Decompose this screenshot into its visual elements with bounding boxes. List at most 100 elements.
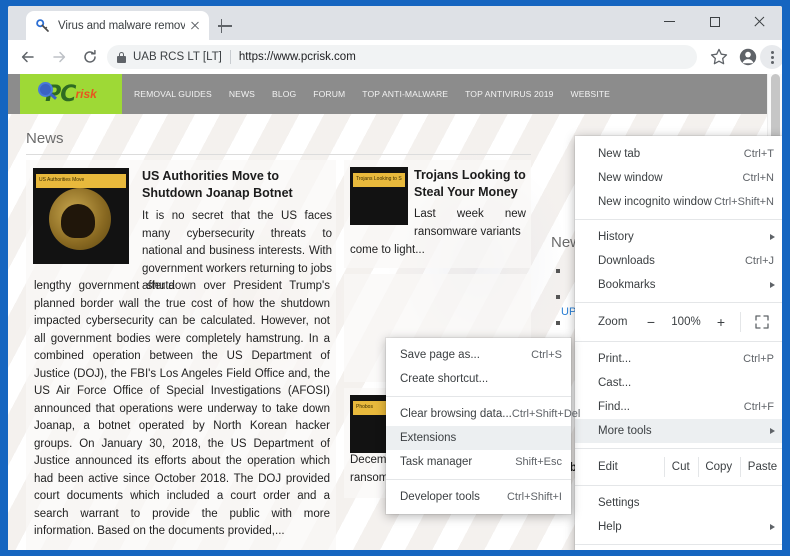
menu-item-new-incognito-window[interactable]: New incognito window Ctrl+Shift+N bbox=[575, 190, 782, 214]
divider bbox=[26, 154, 531, 155]
submenu-item-clear-browsing-data[interactable]: Clear browsing data... Ctrl+Shift+Del bbox=[386, 402, 580, 426]
nav-item-forum[interactable]: FORUM bbox=[313, 89, 345, 99]
menu-item-label: Help bbox=[598, 521, 622, 533]
menu-item-find[interactable]: Find... Ctrl+F bbox=[575, 395, 782, 419]
edit-label: Edit bbox=[598, 461, 618, 473]
nav-item-removal-guides[interactable]: REMOVAL GUIDES bbox=[134, 89, 212, 99]
browser-toolbar: UAB RCS LT [LT] https://www.pcrisk.com bbox=[8, 40, 782, 74]
rail-link-up[interactable]: UP bbox=[561, 306, 576, 318]
back-button[interactable] bbox=[17, 46, 39, 68]
back-arrow-icon bbox=[20, 49, 36, 65]
chevron-right-icon bbox=[770, 234, 775, 240]
menu-item-shortcut: Ctrl+F bbox=[743, 401, 774, 413]
article-thumbnail[interactable]: Trojans Looking to S bbox=[350, 167, 408, 225]
copy-button[interactable]: Copy bbox=[697, 457, 740, 477]
chevron-right-icon bbox=[770, 428, 775, 434]
submenu-item-shortcut: Shift+Esc bbox=[515, 456, 562, 468]
chevron-right-icon bbox=[770, 524, 775, 530]
rail-bullet-list bbox=[556, 269, 560, 347]
menu-item-label: More tools bbox=[598, 425, 652, 437]
menu-item-shortcut: Ctrl+J bbox=[744, 255, 774, 267]
zoom-in-button[interactable]: + bbox=[708, 314, 734, 330]
submenu-item-shortcut: Ctrl+S bbox=[531, 349, 562, 361]
address-bar[interactable]: UAB RCS LT [LT] https://www.pcrisk.com bbox=[107, 45, 697, 69]
menu-item-downloads[interactable]: Downloads Ctrl+J bbox=[575, 249, 782, 273]
key-icon bbox=[35, 18, 51, 34]
zoom-out-button[interactable]: − bbox=[638, 314, 664, 330]
menu-item-bookmarks[interactable]: Bookmarks bbox=[575, 273, 782, 297]
fullscreen-icon[interactable] bbox=[747, 315, 777, 329]
window-close-button[interactable] bbox=[737, 6, 782, 37]
menu-item-cast[interactable]: Cast... bbox=[575, 371, 782, 395]
menu-item-label: Find... bbox=[598, 401, 630, 413]
menu-item-label: Settings bbox=[598, 497, 640, 509]
forward-arrow-icon bbox=[51, 49, 67, 65]
bookmark-star-button[interactable] bbox=[708, 46, 730, 68]
submenu-item-shortcut: Ctrl+Shift+Del bbox=[511, 408, 581, 420]
submenu-item-extensions[interactable]: Extensions bbox=[386, 426, 571, 450]
article-title[interactable]: Trojans Looking to Steal Your Money bbox=[414, 167, 526, 201]
nav-item-top-anti-malware[interactable]: TOP ANTI-MALWARE bbox=[362, 89, 448, 99]
article-title[interactable]: US Authorities Move to Shutdown Joanap B… bbox=[142, 168, 330, 202]
menu-item-new-window[interactable]: New window Ctrl+N bbox=[575, 166, 782, 190]
section-heading-news: News bbox=[26, 130, 64, 147]
divider bbox=[575, 302, 782, 303]
menu-item-label: Bookmarks bbox=[598, 279, 656, 291]
article-card-trojans: Trojans Looking to S Trojans Looking to … bbox=[344, 160, 531, 268]
reload-button[interactable] bbox=[79, 46, 101, 68]
magnifier-icon bbox=[38, 82, 53, 97]
menu-item-label: New tab bbox=[598, 148, 641, 160]
profile-button[interactable] bbox=[737, 46, 759, 68]
site-identity-label: UAB RCS LT [LT] bbox=[133, 51, 222, 63]
menu-item-more-tools[interactable]: More tools bbox=[575, 419, 782, 443]
chrome-window: Virus and malware removal instr bbox=[8, 6, 782, 550]
menu-item-label: New incognito window bbox=[598, 196, 712, 208]
divider bbox=[740, 312, 741, 332]
submenu-item-label: Save page as... bbox=[400, 349, 480, 361]
thumbnail-caption: Trojans Looking to S bbox=[356, 176, 402, 182]
divider bbox=[386, 396, 571, 397]
submenu-item-save-page-as[interactable]: Save page as... Ctrl+S bbox=[386, 343, 571, 367]
site-nav: REMOVAL GUIDES NEWS BLOG FORUM TOP ANTI-… bbox=[134, 74, 610, 114]
minimize-button[interactable] bbox=[647, 6, 692, 37]
divider bbox=[575, 485, 782, 486]
maximize-button[interactable] bbox=[692, 6, 737, 37]
chrome-main-menu: New tab Ctrl+T New window Ctrl+N New inc… bbox=[575, 136, 782, 550]
lock-icon bbox=[117, 51, 126, 63]
submenu-item-developer-tools[interactable]: Developer tools Ctrl+Shift+I bbox=[386, 485, 571, 509]
menu-row-zoom: Zoom − 100% + bbox=[575, 308, 782, 336]
menu-item-print[interactable]: Print... Ctrl+P bbox=[575, 347, 782, 371]
nav-item-news[interactable]: NEWS bbox=[229, 89, 255, 99]
forward-button[interactable] bbox=[48, 46, 70, 68]
site-logo[interactable]: PC risk bbox=[20, 74, 122, 114]
more-tools-submenu: Save page as... Ctrl+S Create shortcut..… bbox=[386, 338, 580, 514]
menu-item-settings[interactable]: Settings bbox=[575, 491, 782, 515]
close-icon[interactable] bbox=[187, 18, 203, 34]
paste-button[interactable]: Paste bbox=[739, 457, 782, 477]
tab-title: Virus and malware removal instr bbox=[58, 19, 185, 32]
nav-item-top-antivirus-2019[interactable]: TOP ANTIVIRUS 2019 bbox=[465, 89, 553, 99]
menu-item-label: History bbox=[598, 231, 634, 243]
new-tab-button[interactable] bbox=[214, 15, 236, 37]
zoom-label: Zoom bbox=[598, 316, 628, 328]
article-thumbnail[interactable]: US Authorities Move bbox=[33, 168, 129, 264]
cut-button[interactable]: Cut bbox=[664, 457, 698, 477]
nav-item-blog[interactable]: BLOG bbox=[272, 89, 296, 99]
submenu-item-create-shortcut[interactable]: Create shortcut... bbox=[386, 367, 571, 391]
submenu-item-task-manager[interactable]: Task manager Shift+Esc bbox=[386, 450, 571, 474]
browser-tab[interactable]: Virus and malware removal instr bbox=[26, 11, 209, 40]
menu-item-help[interactable]: Help bbox=[575, 515, 782, 539]
menu-item-history[interactable]: History bbox=[575, 225, 782, 249]
submenu-item-label: Create shortcut... bbox=[400, 373, 489, 385]
minimize-icon bbox=[664, 20, 675, 23]
nav-item-website[interactable]: WEBSITE bbox=[571, 89, 610, 99]
site-header: PC risk REMOVAL GUIDES NEWS BLOG FORUM T… bbox=[8, 74, 767, 114]
maximize-icon bbox=[709, 16, 720, 27]
menu-item-label: New window bbox=[598, 172, 663, 184]
list-bullet bbox=[556, 295, 560, 299]
three-dot-menu-button[interactable] bbox=[760, 45, 782, 69]
menu-row-edit: Edit Cut Copy Paste bbox=[575, 454, 782, 480]
list-bullet bbox=[556, 269, 560, 273]
submenu-item-label: Clear browsing data... bbox=[400, 408, 512, 420]
menu-item-new-tab[interactable]: New tab Ctrl+T bbox=[575, 142, 782, 166]
